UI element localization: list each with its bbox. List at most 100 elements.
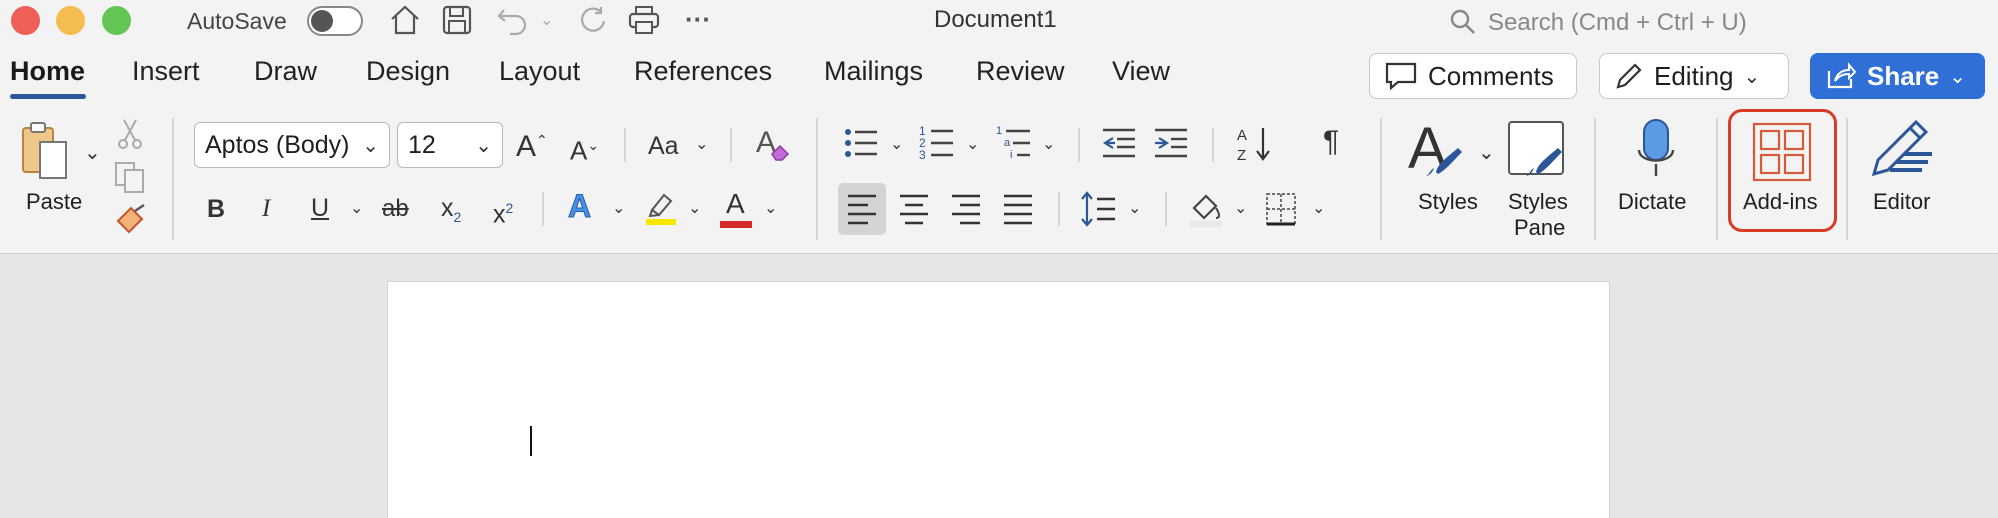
svg-text:a: a: [1004, 137, 1011, 149]
font-color-button[interactable]: A: [720, 189, 754, 229]
tab-view[interactable]: View: [1112, 56, 1170, 87]
shrink-font-button[interactable]: A⌄: [570, 130, 599, 166]
highlighter-icon[interactable]: [644, 190, 678, 226]
dictate-label: Dictate: [1618, 189, 1687, 214]
more-commands-icon[interactable]: ···: [685, 4, 711, 35]
ribbon-separator: [542, 192, 544, 226]
line-spacing-icon[interactable]: [1080, 191, 1116, 227]
decrease-indent-icon[interactable]: [1101, 126, 1137, 160]
justify-icon[interactable]: [1002, 192, 1034, 226]
svg-text:Z: Z: [1237, 147, 1246, 164]
font-color-chevron-icon[interactable]: ⌄: [764, 198, 777, 218]
cut-icon[interactable]: [117, 117, 143, 151]
close-window-button[interactable]: [11, 6, 40, 35]
tab-draw[interactable]: Draw: [254, 56, 317, 87]
clear-formatting-icon[interactable]: A: [754, 124, 790, 164]
home-icon[interactable]: [388, 4, 422, 36]
editing-mode-button[interactable]: Editing ⌄: [1599, 53, 1789, 99]
change-case-button[interactable]: Aa: [648, 131, 679, 161]
zoom-window-button[interactable]: [102, 6, 131, 35]
svg-text:i: i: [1010, 149, 1012, 161]
copy-icon[interactable]: [113, 160, 147, 194]
editor-pen-icon[interactable]: [1870, 118, 1938, 180]
styles-pane-button[interactable]: Styles Pane: [1506, 118, 1568, 240]
tab-mailings[interactable]: Mailings: [824, 56, 923, 87]
search-icon: [1450, 9, 1475, 34]
autosave-toggle-knob: [311, 10, 333, 32]
shading-chevron-icon[interactable]: ⌄: [1234, 198, 1247, 218]
font-name-dropdown[interactable]: Aptos (Body) ⌄: [194, 122, 390, 168]
text-effects-button[interactable]: A: [567, 190, 591, 223]
search-input[interactable]: Search (Cmd + Ctrl + U): [1488, 9, 1747, 37]
bullets-icon[interactable]: [843, 126, 879, 160]
numbering-icon[interactable]: 123: [919, 124, 955, 162]
tab-home[interactable]: Home: [10, 56, 85, 87]
multilevel-list-icon[interactable]: 1ai: [996, 124, 1032, 162]
save-icon[interactable]: [441, 4, 473, 36]
print-icon[interactable]: [627, 4, 661, 36]
ribbon-separator: [1716, 118, 1718, 240]
paste-icon[interactable]: [20, 120, 68, 180]
underline-button[interactable]: U: [311, 193, 329, 223]
redo-icon[interactable]: [576, 4, 608, 36]
change-case-chevron-icon[interactable]: ⌄: [695, 134, 708, 154]
grow-font-glyph: A: [516, 130, 537, 163]
italic-button[interactable]: I: [262, 194, 270, 224]
tab-insert[interactable]: Insert: [132, 56, 200, 87]
increase-indent-icon[interactable]: [1153, 126, 1189, 160]
share-icon: [1827, 62, 1857, 89]
format-painter-icon[interactable]: [113, 203, 147, 237]
numbering-chevron-icon[interactable]: ⌄: [966, 134, 979, 154]
bullets-chevron-icon[interactable]: ⌄: [890, 134, 903, 154]
autosave-toggle[interactable]: [307, 6, 363, 36]
highlight-chevron-icon[interactable]: ⌄: [688, 198, 701, 218]
text-effects-chevron-icon[interactable]: ⌄: [612, 198, 625, 218]
shading-icon[interactable]: [1188, 190, 1224, 228]
borders-chevron-icon[interactable]: ⌄: [1312, 198, 1325, 218]
superscript-glyph: x: [493, 200, 506, 229]
align-center-icon[interactable]: [898, 192, 930, 226]
svg-text:1: 1: [996, 125, 1002, 137]
tab-review[interactable]: Review: [976, 56, 1065, 87]
superscript-button[interactable]: x2: [493, 193, 513, 229]
align-right-icon[interactable]: [950, 192, 982, 226]
grow-font-caret-icon: ⌃: [536, 132, 548, 148]
undo-dropdown-chevron-icon[interactable]: ⌄: [540, 10, 553, 30]
share-button[interactable]: Share ⌄: [1810, 53, 1985, 99]
sort-icon[interactable]: AZ: [1235, 124, 1275, 164]
add-ins-icon[interactable]: [1752, 122, 1812, 182]
font-size-dropdown[interactable]: 12 ⌄: [397, 122, 503, 168]
autosave-label: AutoSave: [187, 8, 287, 34]
editor-label: Editor: [1873, 189, 1931, 214]
subscript-marker-icon: 2: [453, 209, 462, 225]
show-formatting-marks-icon[interactable]: ¶: [1323, 127, 1339, 157]
subscript-button[interactable]: x2: [441, 193, 461, 232]
ribbon-separator: [730, 128, 732, 162]
microphone-icon[interactable]: [1636, 118, 1676, 180]
svg-text:A: A: [1237, 127, 1247, 144]
share-chevron-icon: ⌄: [1949, 65, 1967, 88]
font-color-swatch: [720, 221, 752, 228]
grow-font-button[interactable]: A⌃: [516, 125, 548, 162]
font-size-chevron-icon: ⌄: [475, 134, 492, 157]
minimize-window-button[interactable]: [56, 6, 85, 35]
tab-design[interactable]: Design: [366, 56, 450, 87]
comments-button[interactable]: Comments: [1369, 53, 1577, 99]
pencil-icon: [1616, 63, 1642, 89]
line-spacing-chevron-icon[interactable]: ⌄: [1128, 198, 1141, 218]
document-page[interactable]: [387, 281, 1610, 518]
paste-dropdown-chevron-icon[interactable]: ⌄: [84, 140, 101, 165]
borders-icon[interactable]: [1265, 192, 1297, 226]
styles-chevron-icon[interactable]: ⌄: [1478, 140, 1495, 165]
styles-icon[interactable]: A: [1408, 118, 1470, 180]
undo-icon[interactable]: [496, 4, 530, 36]
underline-chevron-icon[interactable]: ⌄: [350, 198, 363, 218]
share-button-label: Share: [1867, 60, 1940, 91]
text-cursor: [530, 426, 532, 456]
bold-button[interactable]: B: [207, 194, 225, 224]
align-left-icon[interactable]: [846, 192, 878, 226]
multilevel-chevron-icon[interactable]: ⌄: [1042, 134, 1055, 154]
strikethrough-button[interactable]: ab: [382, 194, 409, 224]
tab-references[interactable]: References: [634, 56, 772, 87]
tab-layout[interactable]: Layout: [499, 56, 580, 87]
